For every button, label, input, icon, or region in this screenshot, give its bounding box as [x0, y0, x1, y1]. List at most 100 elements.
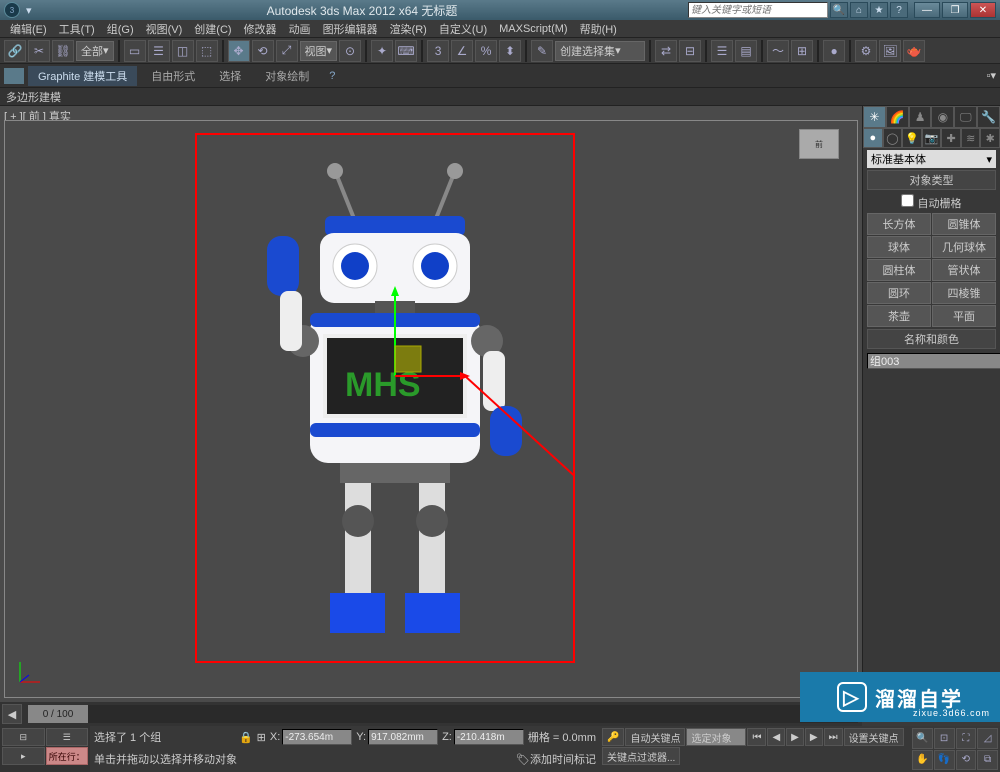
pivot-icon[interactable]: ⊙	[339, 40, 361, 62]
prim-sphere[interactable]: 球体	[867, 236, 931, 258]
select-name-icon[interactable]: ☰	[148, 40, 170, 62]
helpers-icon[interactable]: ✚	[941, 128, 961, 148]
prim-cone[interactable]: 圆锥体	[932, 213, 996, 235]
dropdown-icon[interactable]: ▾	[26, 4, 36, 17]
walk-icon[interactable]: 👣	[934, 750, 955, 771]
geometry-icon[interactable]: ●	[863, 128, 883, 148]
render-icon[interactable]: 🫖	[903, 40, 925, 62]
spacewarps-icon[interactable]: ≋	[961, 128, 981, 148]
prim-torus[interactable]: 圆环	[867, 282, 931, 304]
pan-icon[interactable]: ✋	[912, 750, 933, 771]
viewcube[interactable]: 前	[799, 129, 839, 159]
menu-modifiers[interactable]: 修改器	[238, 21, 283, 37]
motion-tab[interactable]: ◉	[931, 106, 954, 128]
menu-grapheditor[interactable]: 图形编辑器	[317, 21, 384, 37]
autogrid-checkbox[interactable]	[901, 194, 914, 207]
curve-editor-icon[interactable]: 〜	[767, 40, 789, 62]
menu-create[interactable]: 创建(C)	[188, 21, 237, 37]
ribbon-tab-objpaint[interactable]: 对象绘制	[255, 66, 319, 86]
selset-dropdown[interactable]: 选定对象	[686, 728, 746, 746]
utilities-tab[interactable]: 🔧	[977, 106, 1000, 128]
info-icon[interactable]: 🔍	[830, 2, 848, 18]
zoom-all-icon[interactable]: ⊡	[934, 728, 955, 749]
comm-icon[interactable]: ⌂	[850, 2, 868, 18]
move-icon[interactable]: ✥	[228, 40, 250, 62]
percent-snap-icon[interactable]: %	[475, 40, 497, 62]
filter-dropdown[interactable]: 全部 ▾	[76, 41, 114, 61]
menu-customize[interactable]: 自定义(U)	[433, 21, 493, 37]
object-name-input[interactable]	[867, 353, 1000, 369]
orbit-icon[interactable]: ⟲	[956, 750, 977, 771]
prim-box[interactable]: 长方体	[867, 213, 931, 235]
render-setup-icon[interactable]: ⚙	[855, 40, 877, 62]
play-next-icon[interactable]: ▶	[805, 728, 823, 746]
mini-listener-icon[interactable]: ☰	[46, 728, 89, 746]
menu-view[interactable]: 视图(V)	[140, 21, 189, 37]
ribbon-tab-graphite[interactable]: Graphite 建模工具	[28, 66, 137, 86]
menu-tools[interactable]: 工具(T)	[53, 21, 101, 37]
angle-snap-icon[interactable]: ∠	[451, 40, 473, 62]
ribbon-min-icon[interactable]: ▫▾	[987, 69, 996, 82]
prim-geosphere[interactable]: 几何球体	[932, 236, 996, 258]
material-icon[interactable]: ●	[823, 40, 845, 62]
coord-y-input[interactable]	[368, 729, 438, 745]
lights-icon[interactable]: 💡	[902, 128, 922, 148]
play-start-icon[interactable]: ⏮	[747, 728, 766, 746]
rollout-objtype[interactable]: 对象类型	[867, 170, 996, 190]
menu-group[interactable]: 组(G)	[101, 21, 140, 37]
select-region-icon[interactable]: ◫	[172, 40, 194, 62]
unlink-icon[interactable]: ✂	[28, 40, 50, 62]
autokey-button[interactable]: 自动关键点	[625, 728, 685, 746]
lock-icon[interactable]: 🔒	[239, 731, 253, 744]
modify-tab[interactable]: 🌈	[886, 106, 909, 128]
category-dropdown[interactable]: 标准基本体▾	[867, 150, 996, 168]
zoom-icon[interactable]: 🔍	[912, 728, 933, 749]
minimize-button[interactable]: —	[914, 2, 940, 18]
schematic-icon[interactable]: ⊞	[791, 40, 813, 62]
systems-icon[interactable]: ✱	[980, 128, 1000, 148]
named-selset-dropdown[interactable]: 创建选择集 ▾	[555, 41, 645, 61]
setkey-button[interactable]: 设置关键点	[844, 728, 904, 746]
prim-plane[interactable]: 平面	[932, 305, 996, 327]
coord-x-input[interactable]	[282, 729, 352, 745]
align-icon[interactable]: ⊟	[679, 40, 701, 62]
prim-teapot[interactable]: 茶壶	[867, 305, 931, 327]
prim-tube[interactable]: 管状体	[932, 259, 996, 281]
coord-z-input[interactable]	[454, 729, 524, 745]
robot-model[interactable]: MHS	[195, 141, 575, 671]
fov-icon[interactable]: ◿	[977, 728, 998, 749]
refcoord-dropdown[interactable]: 视图 ▾	[300, 41, 338, 61]
help-icon[interactable]: ?	[890, 2, 908, 18]
trackbar-icon[interactable]: ⊟	[2, 728, 45, 746]
star-icon[interactable]: ★	[870, 2, 888, 18]
ribbon-toggle-icon[interactable]	[4, 68, 24, 84]
manipulate-icon[interactable]: ✦	[371, 40, 393, 62]
link-icon[interactable]: 🔗	[4, 40, 26, 62]
bind-icon[interactable]: ⛓	[52, 40, 74, 62]
close-button[interactable]: ✕	[970, 2, 996, 18]
layer-manager-icon[interactable]: ▤	[735, 40, 757, 62]
select-icon[interactable]: ▭	[124, 40, 146, 62]
rotate-icon[interactable]: ⟲	[252, 40, 274, 62]
ribbon-tab-freeform[interactable]: 自由形式	[141, 66, 205, 86]
play-end-icon[interactable]: ⏭	[824, 728, 843, 746]
menu-render[interactable]: 渲染(R)	[384, 21, 433, 37]
poly-modeling-label[interactable]: 多边形建模	[0, 88, 1000, 106]
hierarchy-tab[interactable]: ♟	[909, 106, 932, 128]
scale-icon[interactable]: ⤢	[276, 40, 298, 62]
zoom-ext-icon[interactable]: ⛶	[956, 728, 977, 749]
play-prev-icon[interactable]: ◀	[767, 728, 785, 746]
timetag-icon[interactable]: 🏷	[516, 753, 530, 766]
ribbon-help-icon[interactable]: ?	[329, 70, 335, 82]
time-handle[interactable]: 0 / 100	[28, 705, 88, 723]
editnamed-icon[interactable]: ✎	[531, 40, 553, 62]
spinner-snap-icon[interactable]: ⬍	[499, 40, 521, 62]
viewport[interactable]: 前 MHS	[4, 120, 858, 698]
create-tab[interactable]: ✳	[863, 106, 886, 128]
window-crossing-icon[interactable]: ⬚	[196, 40, 218, 62]
prompt-toggle-icon[interactable]: ▸	[2, 747, 45, 765]
menu-help[interactable]: 帮助(H)	[574, 21, 623, 37]
time-track[interactable]: 0 / 100	[28, 705, 858, 723]
keyboard-icon[interactable]: ⌨	[395, 40, 417, 62]
snap-icon[interactable]: 3	[427, 40, 449, 62]
